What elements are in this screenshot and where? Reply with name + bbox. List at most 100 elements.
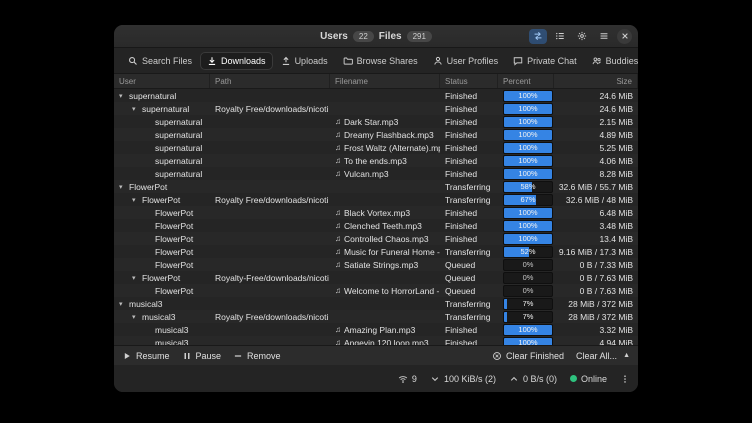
remove-button[interactable]: Remove: [233, 351, 281, 361]
table-row[interactable]: ▾FlowerPotRoyalty Free/downloads/nicotiT…: [114, 193, 638, 206]
close-window-button[interactable]: [617, 29, 632, 44]
path-cell: [210, 284, 330, 297]
table-row[interactable]: supernatural♫Frost Waltz (Alternate).mp3…: [114, 141, 638, 154]
expander-icon[interactable]: ▾: [119, 183, 129, 191]
expander-icon[interactable]: ▾: [119, 92, 129, 100]
action-bar-right: Clear Finished Clear All...▲: [492, 351, 630, 361]
size-cell: 6.48 MiB: [554, 206, 638, 219]
column-header-size[interactable]: Size: [554, 74, 638, 88]
status-cell: Queued: [440, 271, 498, 284]
tab-buddies[interactable]: Buddies: [585, 52, 638, 70]
user-name: musical3: [129, 299, 163, 309]
filename-text: Angevin 120 loop.mp3: [344, 338, 429, 346]
path-cell: [210, 219, 330, 232]
size-cell: 2.15 MiB: [554, 115, 638, 128]
status-cell: Finished: [440, 102, 498, 115]
filename-cell: [330, 180, 440, 193]
main-menu-button[interactable]: [595, 29, 613, 44]
progress-bar: 0%: [503, 259, 553, 271]
path-cell: [210, 232, 330, 245]
table-row[interactable]: ▾supernaturalRoyalty Free/downloads/nico…: [114, 102, 638, 115]
progress-bar: 0%: [503, 272, 553, 284]
statusbar-menu-button[interactable]: [620, 374, 630, 384]
online-status[interactable]: Online: [570, 374, 607, 384]
pause-button[interactable]: Pause: [182, 351, 222, 361]
tab-search-files[interactable]: Search Files: [121, 52, 199, 70]
user-cell: ▾FlowerPot: [114, 271, 210, 284]
table-row[interactable]: musical3♫Angevin 120 loop.mp3Finished100…: [114, 336, 638, 345]
music-note-icon: ♫: [335, 169, 341, 178]
tab-label: Private Chat: [527, 56, 577, 66]
column-header-status[interactable]: Status: [440, 74, 498, 88]
clear-all-menubutton[interactable]: Clear All...▲: [576, 351, 630, 361]
close-icon: [620, 31, 630, 41]
filename-cell: ♫Angevin 120 loop.mp3: [330, 336, 440, 345]
music-note-icon: ♫: [335, 143, 341, 152]
table-row[interactable]: supernatural♫Dark Star.mp3Finished100%2.…: [114, 115, 638, 128]
tab-uploads[interactable]: Uploads: [274, 52, 335, 70]
clear-finished-button[interactable]: Clear Finished: [492, 351, 564, 361]
action-bar: Resume Pause Remove Clear Finished Clear…: [114, 345, 638, 365]
column-header-filename[interactable]: Filename: [330, 74, 440, 88]
column-header-user[interactable]: User: [114, 74, 210, 88]
size-cell: 28 MiB / 372 MiB: [554, 297, 638, 310]
tab-downloads[interactable]: Downloads: [200, 52, 273, 70]
filename-text: Dark Star.mp3: [344, 117, 398, 127]
expander-icon[interactable]: ▾: [119, 300, 129, 308]
column-header-path[interactable]: Path: [210, 74, 330, 88]
table-row[interactable]: ▾FlowerPotTransferring58%32.6 MiB / 55.7…: [114, 180, 638, 193]
table-row[interactable]: FlowerPot♫Black Vortex.mp3Finished100%6.…: [114, 206, 638, 219]
table-row[interactable]: FlowerPot♫Welcome to HorrorLand - hi.mp3…: [114, 284, 638, 297]
connection-toggle-button[interactable]: [529, 29, 547, 44]
table-row[interactable]: supernatural♫Vulcan.mp3Finished100%8.28 …: [114, 167, 638, 180]
table-row[interactable]: supernatural♫Dreamy Flashback.mp3Finishe…: [114, 128, 638, 141]
progress-bar: 58%: [503, 181, 553, 193]
search-icon: [128, 56, 138, 66]
status-cell: Transferring: [440, 193, 498, 206]
filename-cell: ♫Welcome to HorrorLand - hi.mp3: [330, 284, 440, 297]
expander-icon[interactable]: ▾: [132, 105, 142, 113]
expander-icon[interactable]: ▾: [132, 313, 142, 321]
table-row[interactable]: FlowerPot♫Clenched Teeth.mp3Finished100%…: [114, 219, 638, 232]
table-row[interactable]: supernatural♫To the ends.mp3Finished100%…: [114, 154, 638, 167]
percent-cell: 100%: [498, 219, 554, 232]
status-cell: Finished: [440, 154, 498, 167]
filename-cell: [330, 310, 440, 323]
table-row[interactable]: ▾FlowerPotRoyalty-Free/downloads/nicotiQ…: [114, 271, 638, 284]
status-cell: Finished: [440, 128, 498, 141]
connections-indicator[interactable]: 9: [398, 374, 417, 384]
expander-icon[interactable]: ▾: [132, 274, 142, 282]
music-note-icon: ♫: [335, 234, 341, 243]
resume-icon: [122, 351, 132, 361]
size-cell: 8.28 MiB: [554, 167, 638, 180]
table-row[interactable]: FlowerPot♫Controlled Chaos.mp3Finished10…: [114, 232, 638, 245]
column-header-percent[interactable]: Percent: [498, 74, 554, 88]
preferences-button[interactable]: [573, 29, 591, 44]
status-cell: Transferring: [440, 180, 498, 193]
tab-private-chat[interactable]: Private Chat: [506, 52, 584, 70]
tab-user-profiles[interactable]: User Profiles: [426, 52, 506, 70]
table-row[interactable]: ▾musical3Transferring7%28 MiB / 372 MiB: [114, 297, 638, 310]
user-name: musical3: [155, 325, 189, 335]
download-speed-indicator[interactable]: 100 KiB/s (2): [430, 374, 496, 384]
user-cell: ▾musical3: [114, 310, 210, 323]
table-row[interactable]: ▾supernaturalFinished100%24.6 MiB: [114, 89, 638, 102]
tab-label: User Profiles: [447, 56, 499, 66]
upload-speed-indicator[interactable]: 0 B/s (0): [509, 374, 557, 384]
wifi-icon: [398, 374, 408, 384]
pause-label: Pause: [196, 351, 222, 361]
expander-icon[interactable]: ▾: [132, 196, 142, 204]
list-view-button[interactable]: [551, 29, 569, 44]
resume-button[interactable]: Resume: [122, 351, 170, 361]
user-cell: FlowerPot: [114, 245, 210, 258]
table-row[interactable]: FlowerPot ♫Music for Funeral Home - Part …: [114, 245, 638, 258]
progress-bar: 7%: [503, 298, 553, 310]
percent-cell: 100%: [498, 154, 554, 167]
tab-browse-shares[interactable]: Browse Shares: [336, 52, 425, 70]
table-row[interactable]: FlowerPot♫Satiate Strings.mp3Queued0%0 B…: [114, 258, 638, 271]
table-row[interactable]: ▾musical3Royalty Free/downloads/nicotiTr…: [114, 310, 638, 323]
filename-cell: ♫Music for Funeral Home - Part 1: [330, 245, 440, 258]
user-cell: ▾supernatural: [114, 102, 210, 115]
table-row[interactable]: musical3♫Amazing Plan.mp3Finished100%3.3…: [114, 323, 638, 336]
progress-bar: 100%: [503, 324, 553, 336]
